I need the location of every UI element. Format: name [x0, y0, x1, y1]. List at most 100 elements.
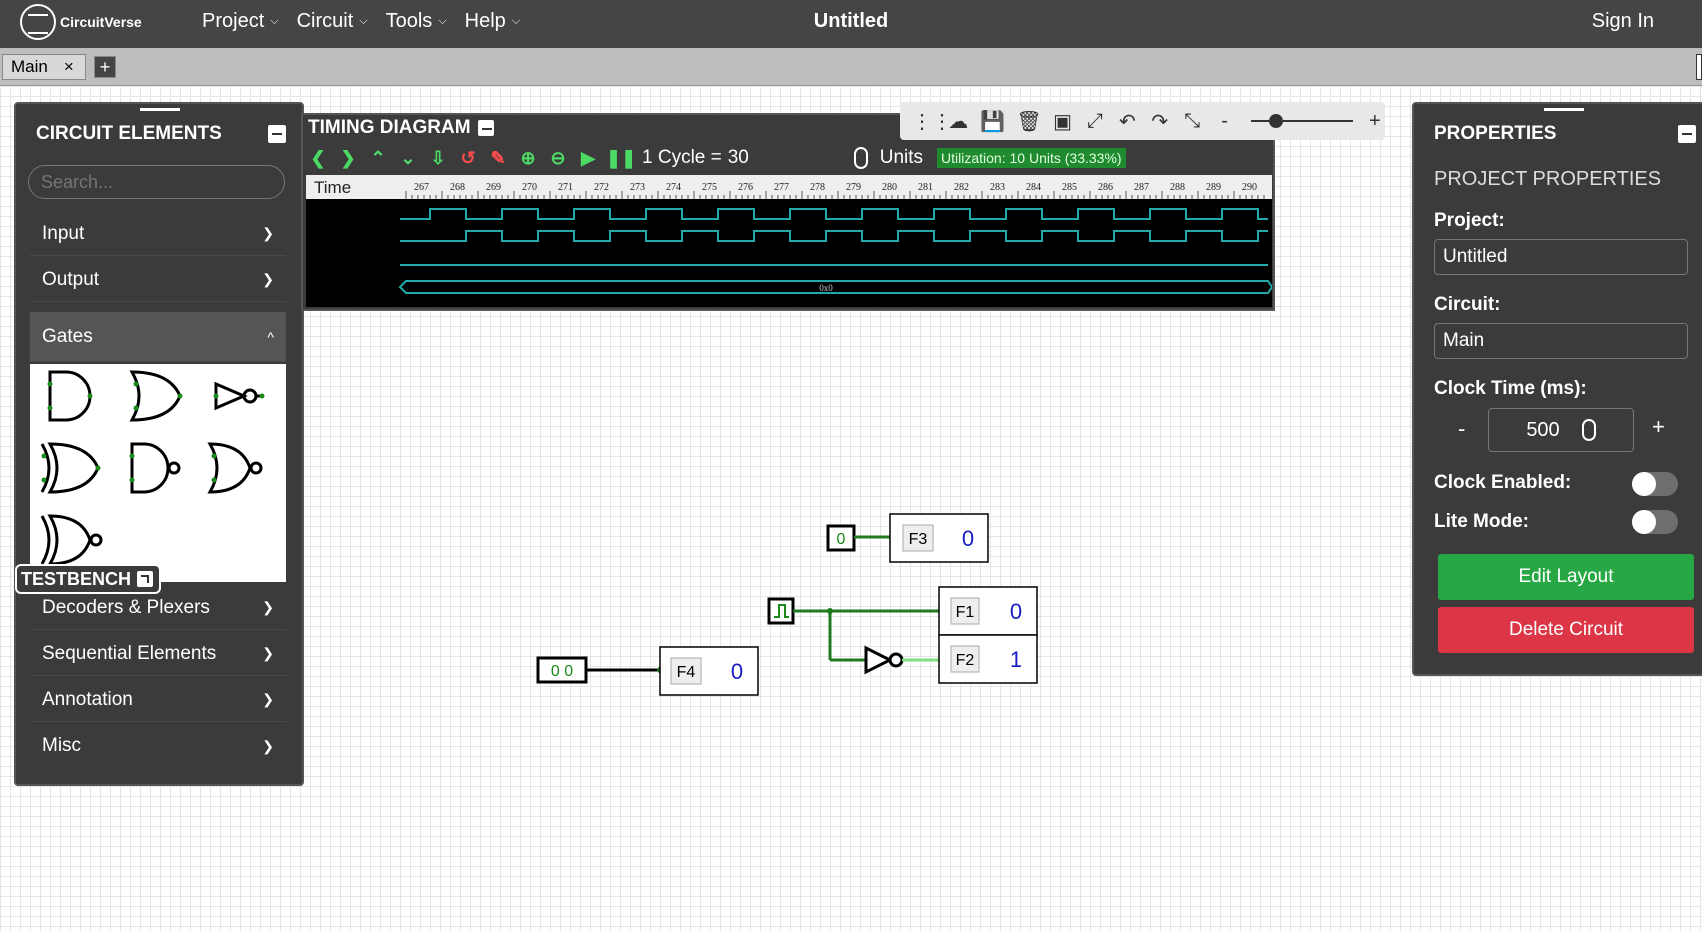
pause-icon[interactable]: ❚❚ [606, 146, 636, 170]
circuit-name-input[interactable] [1434, 323, 1688, 359]
delete-icon[interactable]: 🗑 [1016, 109, 1041, 134]
chevron-down-icon: ❯ [262, 599, 274, 615]
output-probe-f2[interactable] [938, 634, 1038, 684]
output-probe-f4[interactable] [659, 646, 759, 696]
zoom-slider-thumb[interactable] [1268, 114, 1283, 128]
redo-icon[interactable]: ↷ [1150, 109, 1170, 134]
category-output[interactable]: Output ❯ [30, 258, 286, 302]
lite-mode-toggle[interactable] [1632, 510, 1678, 534]
chevron-down-icon: ❯ [262, 691, 274, 707]
logo[interactable]: CircuitVerse [20, 4, 142, 40]
clock-enabled-toggle[interactable] [1632, 472, 1678, 496]
chevron-left-icon[interactable]: ❮ [306, 146, 330, 170]
cloud-upload-icon[interactable]: ☁ [948, 109, 968, 134]
time-tick-label: 284 [1026, 182, 1041, 193]
zoom-in-button[interactable]: + [1365, 110, 1385, 133]
pencil-icon[interactable]: ✎ [486, 146, 510, 170]
clock-time-field[interactable]: 500 [1488, 408, 1634, 452]
tabbar-scroll-handle[interactable] [1696, 54, 1702, 80]
spinner-icon[interactable] [853, 147, 868, 169]
add-tab-button[interactable]: + [94, 56, 116, 78]
chevron-up-icon[interactable]: ⌃ [366, 146, 390, 170]
and-gate-icon[interactable] [47, 370, 93, 422]
category-decoders-plexers[interactable]: Decoders & Plexers ❯ [30, 586, 286, 630]
timing-diagram-panel[interactable]: TIMING DIAGRAM ❮ ❯ ⌃ ⌄ ⇩ ↺ ✎ ⊕ ⊖ ▶ ❚❚ 1 … [301, 113, 1275, 311]
clock-signal-trace [400, 208, 1268, 220]
menu-help-label: Help [464, 10, 506, 32]
minimize-icon[interactable] [1678, 125, 1696, 143]
fullscreen-icon[interactable]: ⤡ [1182, 110, 1202, 133]
utilization-badge: Utilization: 10 Units (33.33%) [937, 148, 1126, 168]
fit-screen-icon[interactable]: ⤢ [1085, 110, 1105, 133]
drag-handle[interactable] [140, 108, 180, 111]
circuitverse-logo-icon [20, 4, 56, 40]
edit-layout-button[interactable]: Edit Layout [1438, 554, 1694, 600]
time-tick-label: 277 [774, 182, 789, 193]
input-bit-f3[interactable] [826, 524, 856, 552]
category-input[interactable]: Input ❯ [30, 212, 286, 256]
chevron-up-icon: ^ [267, 328, 274, 345]
save-icon[interactable]: 💾 [980, 109, 1005, 134]
zoom-in-icon[interactable]: ⊕ [516, 146, 540, 170]
circuit-label: Circuit: [1434, 294, 1501, 315]
category-label: Misc [42, 735, 82, 756]
cycle-units-input[interactable] [727, 145, 848, 171]
tab-main[interactable]: Main × [2, 54, 86, 80]
nand-gate-icon[interactable] [129, 442, 181, 494]
menu-circuit[interactable]: Circuit ⌵ [297, 10, 368, 33]
xnor-gate-icon[interactable] [40, 514, 103, 566]
main-menu: Project ⌵ Circuit ⌵ Tools ⌵ Help ⌵ [202, 10, 520, 33]
zoom-out-button[interactable]: - [1214, 110, 1234, 133]
sign-in-link[interactable]: Sign In [1592, 10, 1654, 33]
chevron-down-icon: ❯ [262, 271, 274, 287]
chevron-down-icon: ⌵ [359, 15, 368, 27]
image-icon[interactable]: ▣ [1052, 109, 1072, 134]
menu-help[interactable]: Help ⌵ [465, 10, 520, 33]
minimize-icon[interactable] [268, 125, 286, 143]
time-tick-label: 281 [918, 182, 933, 193]
zoom-slider[interactable] [1250, 114, 1353, 128]
xor-gate-icon[interactable] [40, 442, 101, 494]
close-icon[interactable]: × [64, 57, 74, 77]
play-icon[interactable]: ▶ [576, 146, 600, 170]
timing-plot[interactable]: Time 267 268 269 270 271 272 273 274 275 276 277 27… [306, 175, 1272, 307]
time-tick-label: 283 [990, 182, 1005, 193]
time-tick-label: 269 [486, 182, 501, 193]
not-gate-icon[interactable] [213, 381, 265, 411]
time-tick-label: 273 [630, 182, 645, 193]
category-annotation[interactable]: Annotation ❯ [30, 678, 286, 722]
download-icon[interactable]: ⇩ [426, 146, 450, 170]
clock-time-label: Clock Time (ms): [1434, 378, 1587, 399]
menu-project[interactable]: Project ⌵ [202, 10, 279, 33]
drag-handle[interactable] [1544, 108, 1584, 111]
chevron-right-icon[interactable]: ❯ [336, 146, 360, 170]
spinner-icon[interactable] [1581, 419, 1596, 441]
clock-input[interactable] [767, 597, 795, 625]
output-probe-f1[interactable] [938, 586, 1038, 636]
delete-circuit-button[interactable]: Delete Circuit [1438, 607, 1694, 653]
menu-tools[interactable]: Tools ⌵ [386, 10, 447, 33]
tab-main-label: Main [11, 57, 48, 76]
category-label: Gates [42, 325, 93, 347]
search-input[interactable] [28, 165, 285, 199]
panel-title: PROPERTIES [1434, 123, 1557, 144]
project-name-input[interactable] [1434, 239, 1688, 275]
reset-icon[interactable]: ↺ [456, 146, 480, 170]
zoom-out-icon[interactable]: ⊖ [546, 146, 570, 170]
clock-decrement-button[interactable]: - [1458, 416, 1465, 442]
input-bits-f4[interactable] [536, 656, 588, 684]
category-misc[interactable]: Misc ❯ [30, 724, 286, 768]
bus-signal-trace [398, 280, 1272, 294]
or-gate-icon[interactable] [129, 370, 183, 422]
category-gates[interactable]: Gates ^ [30, 312, 286, 362]
chevron-down-icon[interactable]: ⌄ [396, 146, 420, 170]
output-probe-f3[interactable] [889, 513, 989, 563]
minimize-icon[interactable] [478, 120, 494, 136]
undo-icon[interactable]: ↶ [1117, 109, 1137, 134]
clock-increment-button[interactable]: + [1652, 414, 1665, 440]
drag-handle-icon[interactable]: ⋮⋮ [912, 109, 952, 134]
nor-gate-icon[interactable] [207, 442, 263, 494]
category-sequential-elements[interactable]: Sequential Elements ❯ [30, 632, 286, 676]
time-tick-label: 289 [1206, 182, 1221, 193]
gates-palette [30, 364, 286, 582]
